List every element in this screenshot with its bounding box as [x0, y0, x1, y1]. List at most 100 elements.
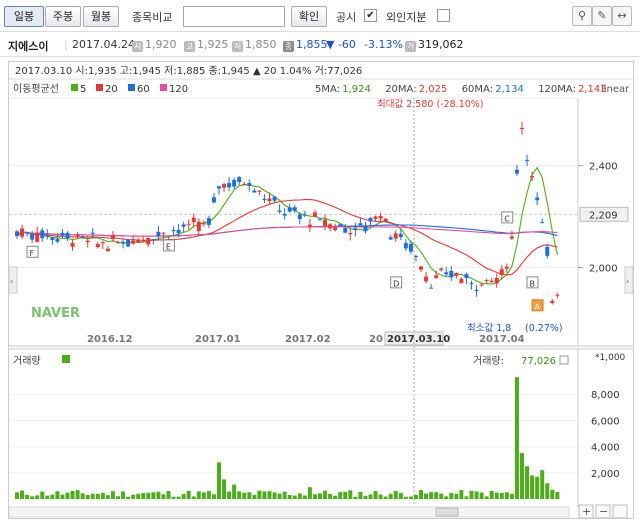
volume-bar: [35, 495, 40, 499]
x-tick-label: 2017.02: [285, 334, 331, 345]
stock-chart[interactable]: 2017.03.10 시:1,935 고:1,945 저:1,885 종:1,9…: [8, 62, 634, 519]
volume-bar: [252, 494, 257, 499]
volume-bar: [105, 495, 110, 499]
daily-button[interactable]: 일봉: [4, 6, 44, 27]
pin-icon[interactable]: ⚲: [572, 6, 592, 26]
volume-legend-swatch: [62, 355, 70, 363]
candle-body: [95, 243, 100, 248]
scrollbar-thumb[interactable]: [435, 507, 459, 517]
x-axis: 2016.12 2017.01 2017.02 20 2017.03.10 2017.04: [87, 331, 525, 346]
volume-bar: [262, 491, 267, 499]
volume-bar: [525, 466, 530, 499]
volume-bar: [126, 496, 131, 499]
volume-bar: [196, 491, 201, 499]
pen-icon[interactable]: ✎: [592, 6, 612, 26]
volume-bar: [318, 493, 322, 499]
volume-bar: [156, 491, 161, 499]
weekly-button[interactable]: 주봉: [45, 6, 81, 27]
ma-value-number: 1,924: [342, 84, 371, 95]
volume-bar: [333, 495, 338, 499]
candle-body: [15, 231, 19, 236]
volume-bar: [217, 462, 221, 499]
chart-header-line: 2017.03.10 시:1,935 고:1,945 저:1,885 종:1,9…: [15, 65, 362, 77]
volume-bar: [80, 493, 85, 499]
volume-bar: [535, 476, 540, 499]
volume-bar: [408, 496, 413, 499]
volume-bar: [60, 494, 65, 499]
candle-body: [499, 269, 504, 276]
volume-bar: [201, 492, 206, 499]
ma-value-label: 20MA:: [385, 84, 416, 95]
candle-body: [393, 233, 398, 239]
volume-bar: [328, 494, 333, 499]
volume-bar: [363, 495, 368, 499]
chart-area[interactable]: 2017.03.10 시:1,935 고:1,945 저:1,885 종:1,9…: [8, 61, 634, 519]
candle-body: [262, 198, 267, 200]
volume-bar: [50, 494, 55, 499]
candle-body: [45, 235, 50, 237]
candle-body: [403, 243, 408, 249]
volume-bar: [55, 491, 60, 499]
volume-tick-label: 8,000: [591, 390, 620, 401]
candle-body: [50, 237, 55, 240]
candle-body: [116, 242, 120, 244]
volume-bar: [247, 492, 252, 499]
candle-body: [343, 228, 348, 233]
volume-bar: [413, 494, 418, 499]
ma-values: 5MA: 1,924 20MA: 2,025 60MA: 2,134 120MA: 2,143: [315, 84, 607, 95]
price-tick-label: 2,400: [589, 162, 618, 173]
candle-body: [100, 242, 105, 244]
ma-value-label: 120MA:: [538, 84, 576, 95]
volume-bar: [186, 490, 191, 499]
candle-body: [368, 217, 373, 222]
volume-tick-label: 4,000: [591, 443, 620, 454]
plus-icon[interactable]: +: [582, 505, 591, 518]
candle-body: [302, 214, 307, 216]
candle-body: [252, 190, 257, 193]
close-icon[interactable]: [559, 355, 569, 365]
minus-icon[interactable]: −: [599, 505, 608, 518]
volume-bar: [494, 492, 499, 499]
drag-icon[interactable]: ↔: [612, 6, 632, 26]
foreign-checkbox[interactable]: [437, 9, 450, 22]
chevron-right-icon[interactable]: ›: [626, 277, 629, 286]
volume-bar: [166, 491, 171, 499]
candle-body: [348, 232, 353, 235]
volume-bar: [474, 491, 479, 499]
confirm-button[interactable]: 확인: [291, 6, 327, 27]
ma-legend-label: 5: [80, 84, 86, 95]
open-badge: 시: [132, 41, 143, 52]
candle-body: [439, 268, 444, 270]
candle-body: [509, 236, 514, 239]
candle-body: [424, 276, 429, 282]
candle-body: [449, 270, 454, 278]
candle-body: [373, 216, 378, 219]
chevron-left-icon[interactable]: ‹: [10, 277, 13, 286]
volume-bar: [388, 493, 393, 499]
disclosure-checkbox[interactable]: ✔: [364, 9, 377, 22]
volume-bar: [398, 492, 403, 499]
close-badge: 종: [283, 41, 294, 52]
volume-bar: [211, 494, 216, 499]
ma-lines: [16, 166, 558, 285]
stock-info-bar: 지에스이 | 2017.04.24 시 1,920 고 1,925 저 1,850 종…: [0, 31, 640, 57]
candle-body: [217, 186, 221, 189]
volume-bar: [302, 495, 307, 499]
volume-bar: [227, 491, 232, 499]
candle-body: [40, 230, 45, 239]
x-tick-label: 20: [369, 334, 383, 345]
candle-body: [126, 239, 131, 247]
volume-bar: [85, 494, 90, 499]
compare-input[interactable]: [183, 6, 285, 27]
volume-bar: [429, 492, 434, 499]
monthly-button[interactable]: 월봉: [83, 6, 119, 27]
reset-zoom-button[interactable]: [612, 504, 628, 519]
volume-bar: [20, 490, 25, 499]
high-value: 1,925: [197, 38, 229, 51]
change-value: ▼ -60: [326, 38, 356, 51]
price-plot-frame: [8, 97, 579, 347]
volume-bar: [368, 494, 373, 499]
candle-body: [479, 284, 484, 286]
volume-bar: [297, 493, 302, 499]
horizontal-scrollbar[interactable]: [8, 506, 570, 518]
